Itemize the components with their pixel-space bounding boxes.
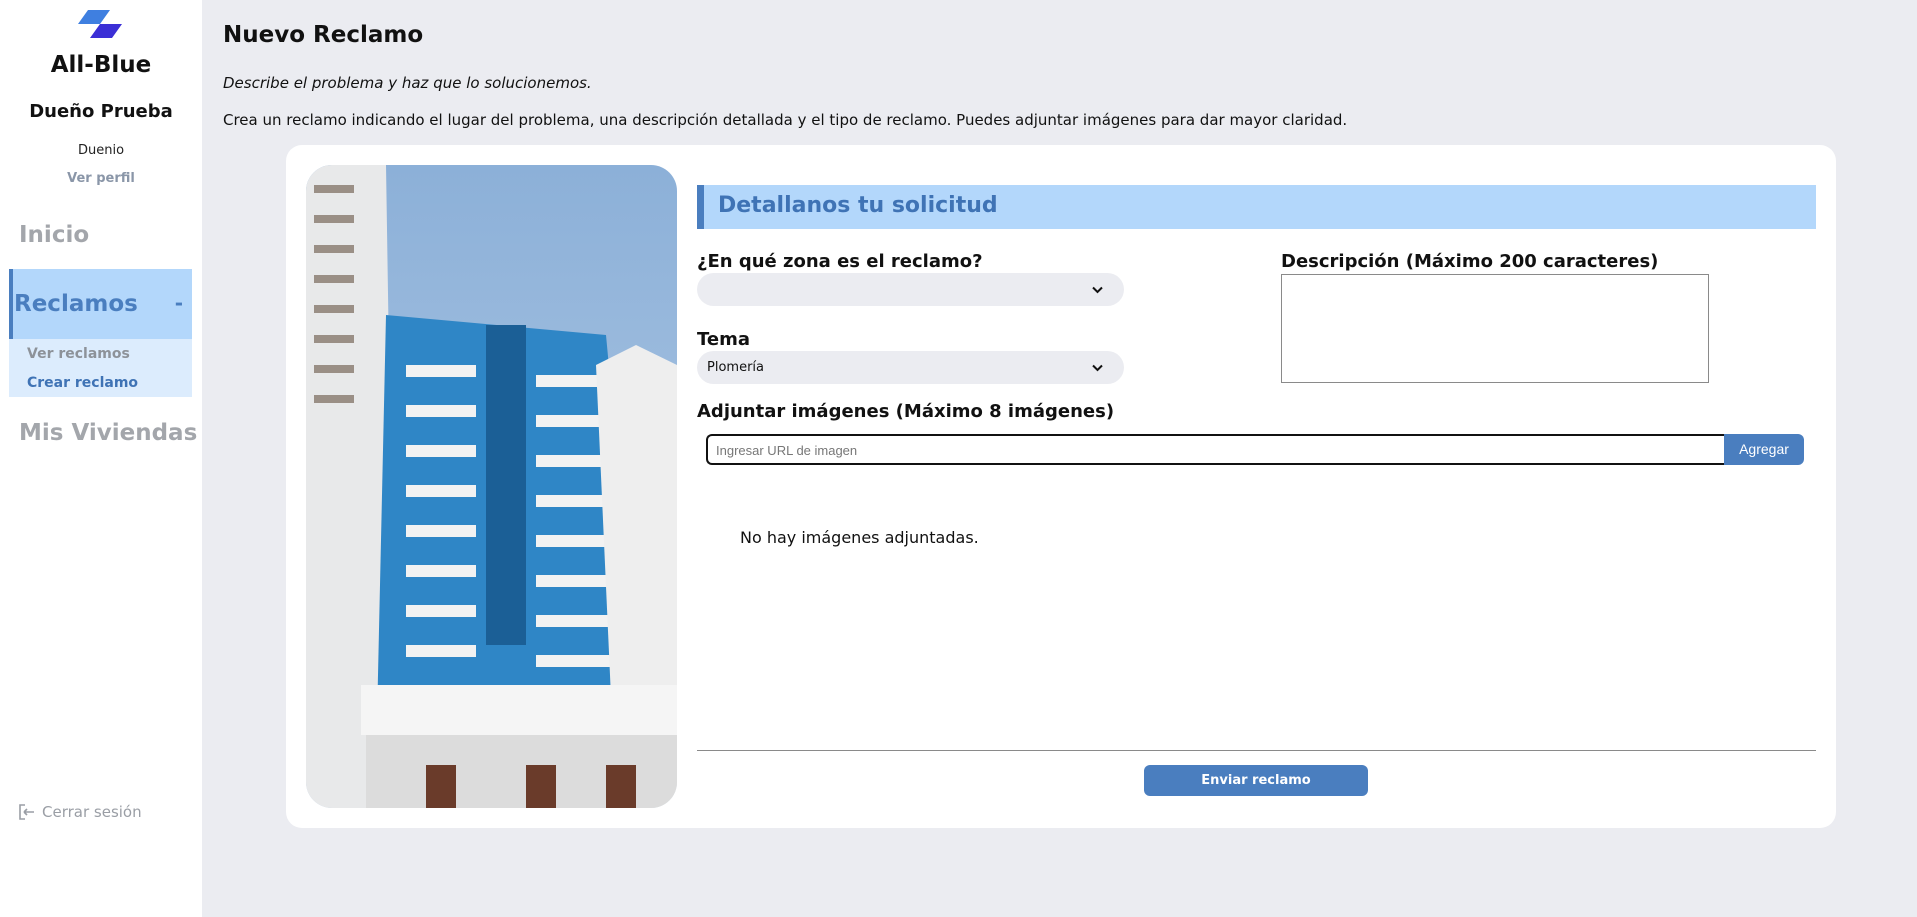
nav-ver-reclamos[interactable]: Ver reclamos xyxy=(27,346,130,362)
chevron-down-icon xyxy=(1092,286,1103,294)
image-url-placeholder: Ingresar URL de imagen xyxy=(716,443,858,458)
nav-reclamos[interactable]: Reclamos - xyxy=(9,269,192,339)
brand-name: All-Blue xyxy=(50,52,152,78)
user-name: Dueño Prueba xyxy=(29,101,173,122)
adjuntar-label: Adjuntar imágenes (Máximo 8 imágenes) xyxy=(697,401,1115,422)
logout-label: Cerrar sesión xyxy=(42,803,142,821)
reclamos-submenu: Ver reclamos Crear reclamo xyxy=(9,339,192,397)
tema-label: Tema xyxy=(697,329,750,350)
page-title: Nuevo Reclamo xyxy=(223,22,424,48)
chevron-down-icon xyxy=(1092,364,1103,372)
claim-form-card: Detallanos tu solicitud ¿En qué zona es … xyxy=(286,145,1836,828)
logout-icon xyxy=(19,804,34,820)
section-header: Detallanos tu solicitud xyxy=(697,185,1816,229)
sidebar: All-Blue Dueño Prueba Duenio Ver perfil … xyxy=(0,0,202,917)
nav-reclamos-label: Reclamos xyxy=(14,291,138,317)
section-title: Detallanos tu solicitud xyxy=(718,193,998,218)
no-images-message: No hay imágenes adjuntadas. xyxy=(740,528,979,547)
logout-button[interactable]: Cerrar sesión xyxy=(17,802,142,822)
tema-select-value: Plomería xyxy=(707,360,764,375)
nav-inicio[interactable]: Inicio xyxy=(19,222,89,248)
descripcion-textarea[interactable] xyxy=(1281,274,1709,383)
divider xyxy=(697,750,1816,751)
descripcion-label: Descripción (Máximo 200 caracteres) xyxy=(1281,251,1659,272)
tema-select[interactable]: Plomería xyxy=(697,351,1124,384)
user-role: Duenio xyxy=(77,143,125,158)
image-url-input[interactable]: Ingresar URL de imagen xyxy=(706,434,1724,465)
zona-select[interactable] xyxy=(697,273,1124,306)
page-subtitle: Describe el problema y haz que lo soluci… xyxy=(223,74,592,92)
brand-logo xyxy=(78,10,122,38)
page-description: Crea un reclamo indicando el lugar del p… xyxy=(223,111,1348,129)
building-photo xyxy=(306,165,677,808)
collapse-toggle[interactable]: - xyxy=(175,291,183,315)
add-image-button[interactable]: Agregar xyxy=(1724,434,1804,465)
view-profile-link[interactable]: Ver perfil xyxy=(0,171,202,186)
zona-label: ¿En qué zona es el reclamo? xyxy=(697,251,983,272)
submit-claim-button[interactable]: Enviar reclamo xyxy=(1144,765,1368,796)
nav-mis-viviendas[interactable]: Mis Viviendas xyxy=(19,420,197,446)
nav-crear-reclamo[interactable]: Crear reclamo xyxy=(27,375,138,391)
